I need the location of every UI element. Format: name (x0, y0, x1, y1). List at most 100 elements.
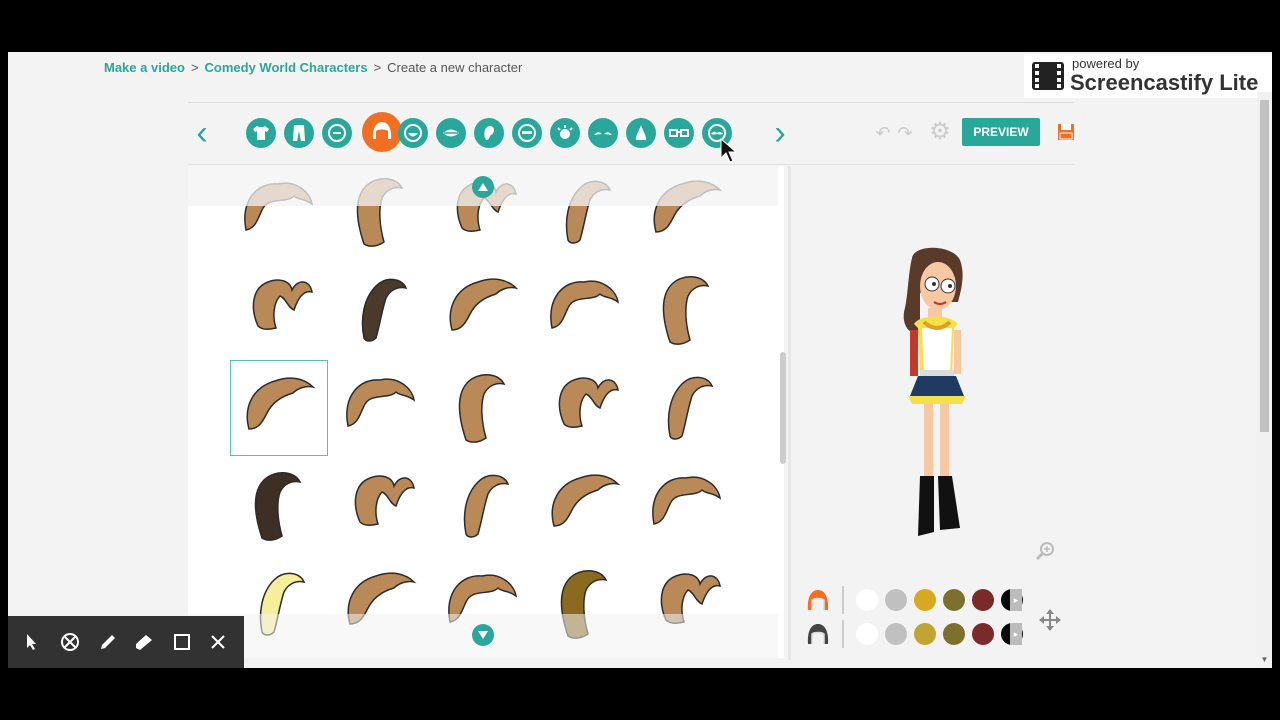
hair-color-icon[interactable] (804, 586, 832, 614)
category-glasses-button[interactable] (664, 118, 694, 148)
category-forehead-button[interactable] (512, 118, 542, 148)
eye-icon (557, 125, 573, 139)
redo-icon[interactable]: ↷ (896, 124, 914, 142)
hair-option[interactable] (638, 360, 736, 456)
color-swatch[interactable] (856, 623, 878, 645)
hair-option[interactable] (332, 262, 430, 358)
film-icon (1032, 62, 1064, 90)
panel-divider (788, 166, 791, 660)
hair-option[interactable] (434, 360, 532, 456)
hair-shade-icon[interactable] (804, 620, 832, 648)
pants-icon (293, 125, 305, 141)
breadcrumb-separator: > (373, 60, 382, 75)
hair-option[interactable] (332, 458, 430, 554)
hair-option[interactable] (230, 458, 328, 554)
hair-style-icon (667, 376, 714, 440)
hair-option[interactable] (536, 262, 634, 358)
color-swatch[interactable] (972, 589, 994, 611)
scroll-down-arrow-icon[interactable]: ▼ (1260, 656, 1269, 664)
hair-option[interactable] (434, 458, 532, 554)
ear-icon (484, 126, 494, 140)
hair-option[interactable] (332, 360, 430, 456)
hair-style-icon (246, 377, 316, 430)
chevron-right-icon[interactable]: › (768, 116, 792, 150)
color-swatch[interactable] (943, 623, 965, 645)
hair-icon (372, 122, 392, 139)
hair-option[interactable] (536, 360, 634, 456)
hair-style-icon (652, 476, 722, 525)
hair-style-icon (252, 279, 313, 331)
nose-icon (635, 125, 647, 140)
category-eye-button[interactable] (550, 118, 580, 148)
hair-style-icon (662, 276, 710, 345)
hair-option[interactable] (230, 360, 328, 456)
color-swatch[interactable] (914, 589, 936, 611)
category-ear-button[interactable] (474, 118, 504, 148)
character-preview (903, 247, 966, 536)
category-face-button[interactable] (322, 118, 352, 148)
beard-icon (404, 124, 422, 142)
hair-style-icon (346, 378, 416, 427)
color-swatch[interactable] (856, 589, 878, 611)
color-swatch[interactable] (885, 589, 907, 611)
gear-icon[interactable]: ⚙ (928, 120, 952, 144)
glasses-icon (669, 129, 689, 137)
hair-option[interactable] (230, 262, 328, 358)
forehead-icon (518, 124, 536, 142)
category-pants-button[interactable] (284, 118, 314, 148)
face-icon (328, 124, 346, 142)
pen-icon[interactable] (98, 632, 118, 652)
save-icon[interactable] (1056, 122, 1076, 142)
color-swatch[interactable] (885, 623, 907, 645)
category-beard-button[interactable] (398, 118, 428, 148)
more-colors-button[interactable]: ▸ (1010, 589, 1022, 611)
hair-option[interactable] (434, 262, 532, 358)
highlighter-icon[interactable] (134, 632, 154, 652)
color-swatch[interactable] (943, 589, 965, 611)
category-mouth-button[interactable] (436, 118, 466, 148)
chevron-left-icon[interactable]: ‹ (190, 116, 214, 150)
color-row-divider (842, 586, 844, 614)
scroll-up-icon[interactable] (472, 176, 494, 198)
hair-option[interactable] (536, 458, 634, 554)
hair-style-icon (458, 374, 506, 443)
hair-style-icon (463, 474, 510, 538)
screencastify-watermark: powered by Screencastify Lite (1024, 54, 1272, 98)
hair-style-icon (361, 278, 408, 342)
hair-style-icon (354, 475, 415, 527)
pointer-icon[interactable] (22, 632, 42, 652)
scroll-down-icon[interactable] (472, 624, 494, 646)
close-icon[interactable] (208, 632, 228, 652)
undo-icon[interactable]: ↶ (874, 124, 892, 142)
hair-grid-scrollbar[interactable] (780, 352, 786, 464)
mouth-icon (443, 129, 459, 137)
category-eyebrow-button[interactable] (588, 118, 618, 148)
zoom-icon[interactable] (1034, 540, 1056, 562)
breadcrumb-link-comedy-world[interactable]: Comedy World Characters (205, 60, 368, 75)
category-nose-button[interactable] (626, 118, 656, 148)
toolbar-top-divider (188, 102, 1074, 103)
category-hair-button[interactable] (362, 112, 402, 152)
mouse-cursor-icon (720, 138, 738, 163)
hair-grid-panel (188, 166, 784, 658)
page-scrollbar-thumb[interactable] (1260, 100, 1269, 432)
category-shirt-button[interactable] (246, 118, 276, 148)
more-colors-button[interactable]: ▸ (1010, 623, 1022, 645)
eraser-icon[interactable] (60, 632, 80, 652)
hair-style-icon (254, 472, 302, 541)
watermark-brand: Screencastify Lite (1070, 70, 1259, 95)
hair-option[interactable] (638, 458, 736, 554)
hair-style-icon (558, 377, 619, 429)
watermark-powered-by: powered by (1072, 56, 1140, 71)
hair-option[interactable] (638, 262, 736, 358)
breadcrumb-link-make-video[interactable]: Make a video (104, 60, 185, 75)
preview-button[interactable]: PREVIEW (962, 118, 1040, 146)
app-page: Make a video > Comedy World Characters > Cre… (8, 52, 1272, 668)
rectangle-icon[interactable] (172, 632, 192, 652)
breadcrumb-current: Create a new character (387, 60, 523, 75)
toolbar-bottom-divider (188, 164, 1074, 165)
color-swatch[interactable] (972, 623, 994, 645)
move-icon[interactable] (1038, 608, 1062, 632)
shirt-icon (253, 126, 269, 140)
color-swatch[interactable] (914, 623, 936, 645)
